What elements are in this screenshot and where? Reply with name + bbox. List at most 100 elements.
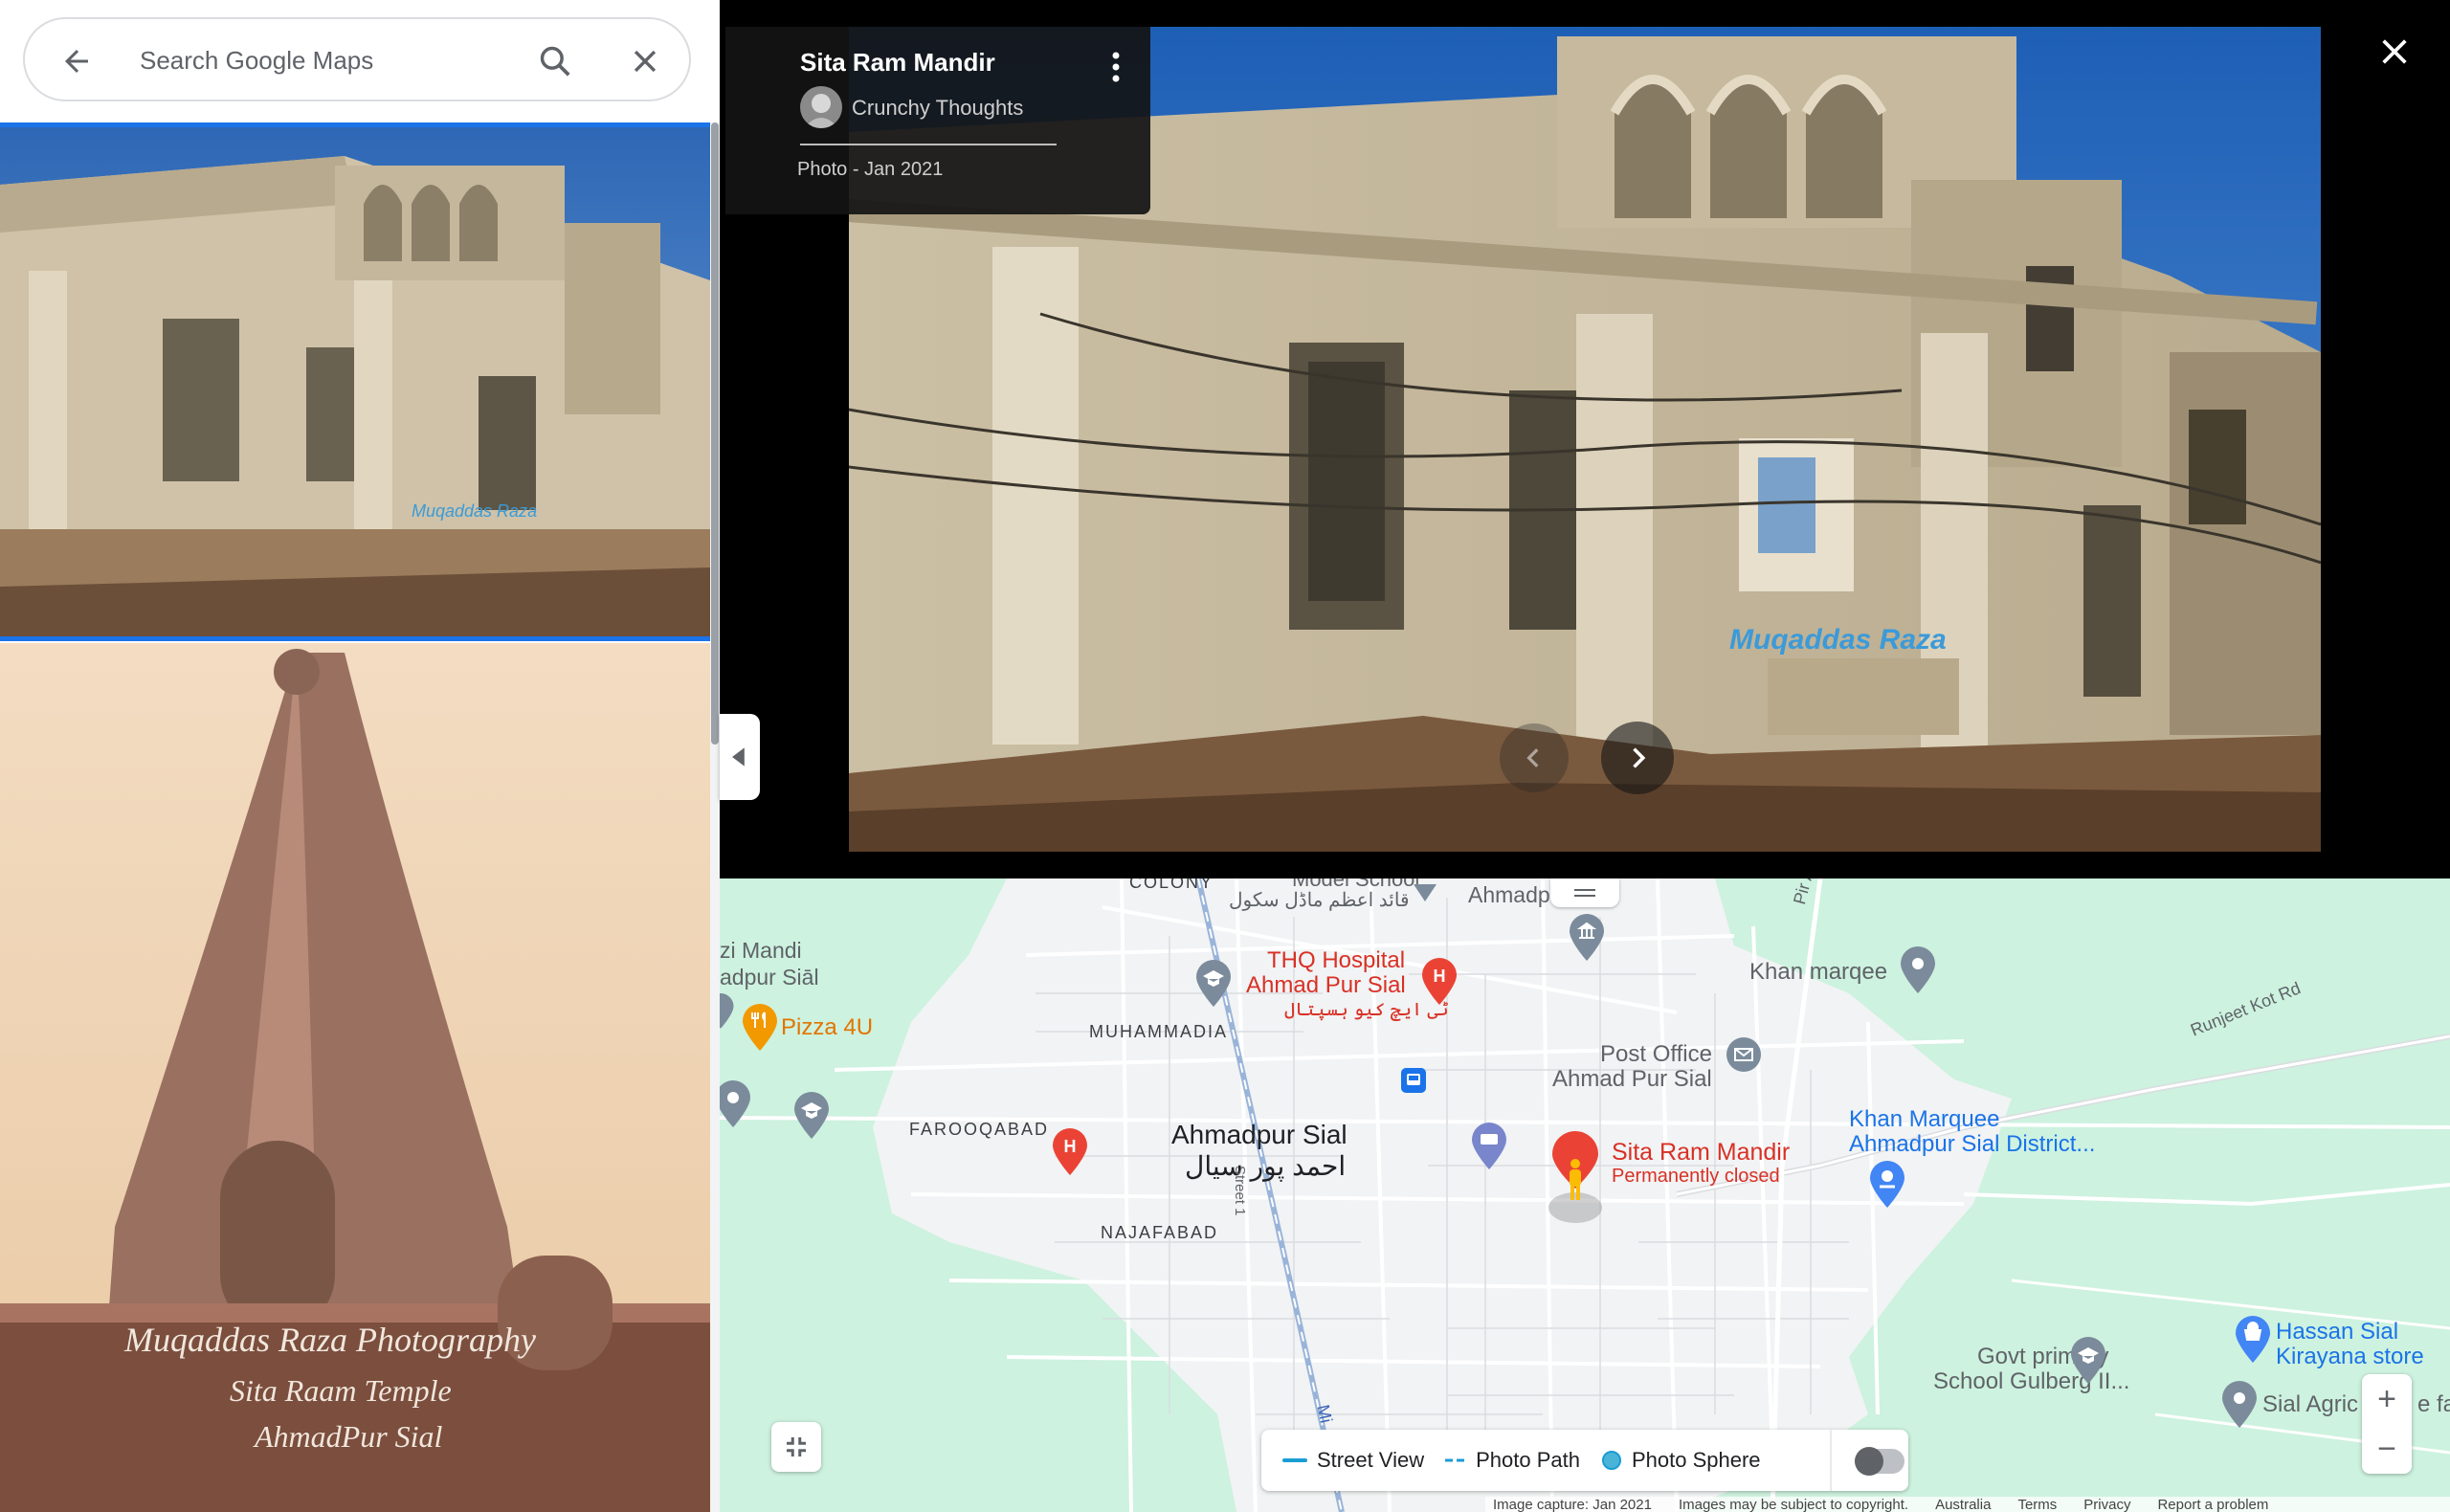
photo-date: Photo - Jan 2021 xyxy=(797,159,944,180)
school-marker-icon[interactable] xyxy=(792,1091,831,1139)
photos-panel: Muqaddas Raza Muqaddas Raza Photography … xyxy=(0,0,720,1512)
place-title[interactable]: Sita Ram Mandir xyxy=(800,48,995,78)
minimize-map-button[interactable] xyxy=(771,1422,821,1472)
photo-sphere-icon xyxy=(1601,1451,1621,1470)
khan-marquee-label-1[interactable]: Khan Marquee xyxy=(1849,1106,1999,1133)
attribution-terms-link[interactable]: Terms xyxy=(2017,1497,2057,1512)
legend-photo-path-label: Photo Path xyxy=(1476,1448,1580,1472)
street-view-line-icon xyxy=(1282,1458,1307,1462)
zoom-out-button[interactable]: − xyxy=(2362,1424,2412,1474)
close-viewer-button[interactable] xyxy=(2368,25,2421,78)
zoom-in-button[interactable]: + xyxy=(2362,1374,2412,1424)
arrow-left-icon xyxy=(65,50,88,73)
main-photo-watermark: Muqaddas Raza xyxy=(1729,624,1947,656)
attribution-image-capture: Image capture: Jan 2021 xyxy=(1493,1496,1652,1512)
photo-thumbnail-selected[interactable]: Muqaddas Raza xyxy=(0,122,710,641)
attribution-country[interactable]: Australia xyxy=(1935,1497,1991,1512)
school-marker-icon[interactable] xyxy=(1194,959,1233,1007)
close-icon xyxy=(2382,39,2407,64)
event-venue-marker-icon[interactable] xyxy=(1868,1160,1906,1208)
legend-photo-sphere-label: Photo Sphere xyxy=(1631,1448,1761,1472)
pin-marker-icon[interactable] xyxy=(1899,945,1937,993)
search-input[interactable] xyxy=(138,36,521,84)
photo-thumbnail[interactable]: Muqaddas Raza Photography Sita Raam Temp… xyxy=(0,643,710,1512)
photo-path-line-icon xyxy=(1445,1458,1465,1462)
selected-place-marker-icon[interactable] xyxy=(1547,1131,1604,1225)
legend-photo-sphere[interactable]: Photo Sphere xyxy=(1601,1448,1761,1473)
area-label-muhammadia: MUHAMMADIA xyxy=(1089,1022,1228,1041)
author-avatar[interactable] xyxy=(800,86,842,128)
hassan-store-label-1[interactable]: Hassan Sial xyxy=(2276,1319,2398,1345)
resize-map-handle[interactable] xyxy=(1550,878,1619,907)
svg-text:H: H xyxy=(1434,967,1446,986)
photo-info-card: Sita Ram Mandir Crunchy Thoughts Photo -… xyxy=(725,27,1150,214)
chevron-left-icon xyxy=(1526,748,1539,767)
photo-list: Muqaddas Raza Muqaddas Raza Photography … xyxy=(0,122,710,1512)
restaurant-marker-icon[interactable] xyxy=(741,1003,779,1051)
search-bar xyxy=(23,17,691,101)
edge-label: e fa xyxy=(2417,1391,2450,1417)
post-office-marker-icon[interactable] xyxy=(1725,1035,1763,1074)
zoom-controls: + − xyxy=(2362,1374,2412,1474)
school-marker-icon[interactable] xyxy=(1411,878,1439,901)
back-button[interactable] xyxy=(54,38,100,84)
author-name[interactable]: Crunchy Thoughts xyxy=(852,96,1023,121)
hassan-store-label-2: Kirayana store xyxy=(2276,1344,2424,1369)
area-label-colony: COLONY xyxy=(1129,878,1214,892)
post-office-label-2: Ahmad Pur Sial xyxy=(1552,1066,1712,1092)
attribution-report-link[interactable]: Report a problem xyxy=(2157,1497,2268,1512)
attribution-privacy-link[interactable]: Privacy xyxy=(2083,1497,2130,1512)
chevron-right-icon xyxy=(1633,747,1646,768)
street-1-label: Street 1 xyxy=(1232,1166,1248,1216)
pin-marker-icon[interactable] xyxy=(720,1079,752,1127)
caret-left-icon xyxy=(732,747,745,767)
thq-hospital-label-1[interactable]: THQ Hospital xyxy=(1267,947,1405,974)
selected-place-label[interactable]: Sita Ram Mandir xyxy=(1612,1139,1790,1167)
government-marker-icon[interactable] xyxy=(1568,913,1606,961)
more-options-button[interactable] xyxy=(1099,48,1133,86)
bus-stop-icon[interactable] xyxy=(1401,1068,1426,1093)
area-label-farooqabad: FAROOQABAD xyxy=(909,1120,1050,1139)
search-button[interactable] xyxy=(532,38,578,84)
khan-marquee-label-2: Ahmadpur Sial District... xyxy=(1849,1131,2096,1157)
scrollbar-thumb[interactable] xyxy=(711,122,719,745)
thumb2-watermark-line2: Sita Raam Temple xyxy=(230,1373,452,1408)
legend-street-view-label: Street View xyxy=(1317,1448,1425,1472)
clear-search-button[interactable] xyxy=(622,38,668,84)
imagery-toggle-switch[interactable] xyxy=(1855,1447,1904,1476)
svg-text:H: H xyxy=(1064,1137,1077,1156)
hospital-marker-icon[interactable]: H xyxy=(1051,1127,1089,1175)
collapse-panel-button[interactable] xyxy=(720,714,760,800)
sial-agric-label[interactable]: Sial Agric xyxy=(2262,1391,2358,1418)
search-icon xyxy=(540,46,570,77)
collapse-icon xyxy=(787,1437,806,1456)
thq-hospital-label-2: Ahmad Pur Sial xyxy=(1246,972,1406,998)
store-marker-icon[interactable] xyxy=(2234,1315,2272,1363)
pin-marker-icon[interactable] xyxy=(720,991,735,1030)
thumb2-watermark-line1: Muqaddas Raza Photography xyxy=(123,1321,536,1359)
legend-street-view[interactable]: Street View xyxy=(1282,1448,1424,1473)
next-photo-button[interactable] xyxy=(1601,722,1674,794)
thumb2-watermark-line3: AhmadPur Sial xyxy=(253,1419,443,1454)
city-label[interactable]: Ahmadpur Sial xyxy=(1171,1120,1348,1150)
mandi-label-2: adpur Siāl xyxy=(720,965,819,989)
mandi-label-1[interactable]: zi Mandi xyxy=(720,938,802,964)
map-layer-legend: Street View Photo Path Photo Sphere xyxy=(1261,1430,1908,1491)
close-icon xyxy=(634,50,657,73)
photo-viewer: Muqaddas Raza Sita Ram Mandir Crunchy Th… xyxy=(720,0,2450,878)
map-view[interactable]: COLONY MUHAMMADIA FAROOQABAD NAJAFABAD M… xyxy=(720,878,2450,1512)
hospital-marker-icon[interactable]: H xyxy=(1420,957,1459,1005)
photo-list-scrollbar[interactable] xyxy=(710,122,720,1512)
khan-marqee-label[interactable]: Khan marqee xyxy=(1749,959,1887,986)
pizza-label[interactable]: Pizza 4U xyxy=(781,1014,873,1041)
pin-marker-icon[interactable] xyxy=(2220,1380,2259,1428)
bank-marker-icon[interactable] xyxy=(1470,1122,1508,1169)
drag-handle-icon xyxy=(1574,889,1595,897)
post-office-label-1[interactable]: Post Office xyxy=(1600,1041,1712,1068)
school-marker-icon[interactable] xyxy=(2069,1336,2107,1384)
previous-photo-button[interactable] xyxy=(1500,723,1569,792)
legend-photo-path[interactable]: Photo Path xyxy=(1445,1448,1580,1473)
attribution-copyright[interactable]: Images may be subject to copyright. xyxy=(1679,1497,1908,1512)
permanently-closed-label: Permanently closed xyxy=(1612,1166,1780,1187)
thumb1-watermark: Muqaddas Raza xyxy=(412,501,537,521)
